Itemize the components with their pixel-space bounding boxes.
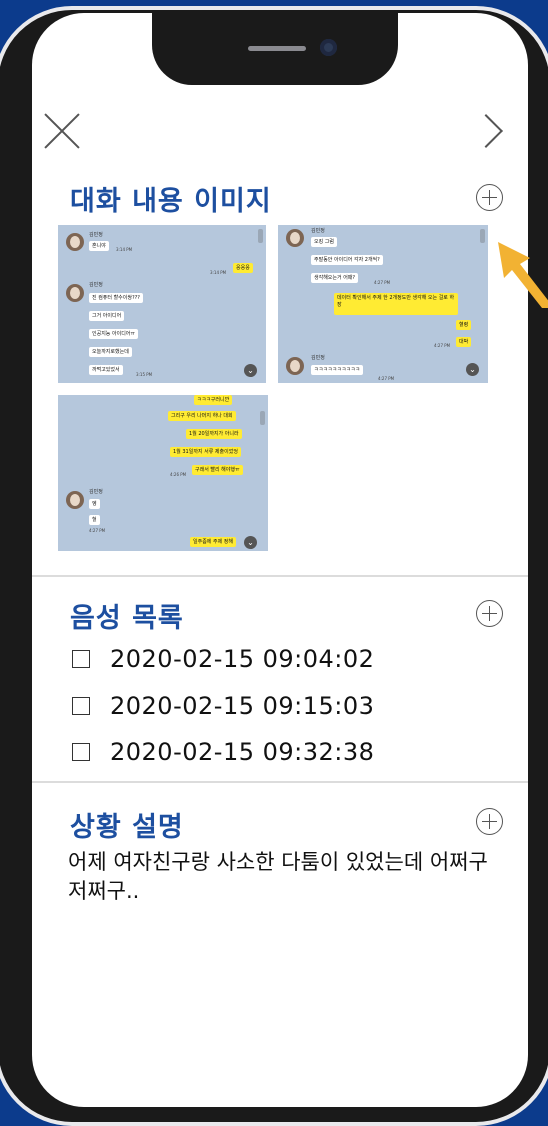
chat-bubble: 주말동안 아이디어 각자 2개씩? [311,255,383,265]
avatar [66,284,84,302]
images-section-title: 대화 내용 이미지 [70,186,272,217]
voice-timestamp: 2020-02-15 09:15:03 [110,692,375,720]
chat-bubble: 혼니야 [89,241,109,251]
contact-name: 김민정 [89,282,103,288]
speaker [248,46,306,51]
situation-description: 어제 여자친구랑 사소한 다툼이 있었는데 어쩌구 저쩌구.. [68,850,488,903]
avatar [286,229,304,247]
chat-bubble: 구래서 빨리 해야행ㅠ [192,465,243,475]
avatar [66,233,84,251]
chat-bubble: 1월 20일까지가 아니라 [186,429,242,439]
download-icon[interactable]: ⌄ [244,364,257,377]
chat-image-thumbnail-3[interactable]: ㅋㅋㅋ구러니깐 그리구 우리 나머지 하나 대회 1월 20일까지가 아니라 1… [58,395,268,551]
chat-image-thumbnail-2[interactable]: 김민정 오킹 그럼 주말동안 아이디어 각자 2개씩? 생각해오는거 어때? 4… [278,225,488,383]
scrollbar [258,229,263,243]
add-image-plus-icon[interactable] [476,184,503,211]
chat-bubble: 인공지능 아이디어ㅠ [89,329,138,339]
contact-name: 김민정 [311,355,325,361]
chat-image-thumbnail-1[interactable]: 김민정 혼니야 3:14 PM 응응응 3:14 PM 김민정 진 컴퓨터 할수… [58,225,266,383]
chevron-right-icon[interactable] [469,113,504,149]
download-icon[interactable]: ⌄ [466,363,479,376]
camera-icon [320,39,337,56]
timestamp: 3:14 PM [210,270,227,275]
voice-timestamp: 2020-02-15 09:32:38 [110,738,375,766]
timestamp: 3:15 PM [136,372,153,377]
chat-bubble: 혈령 [456,320,472,330]
chat-bubble: 까먹고있었서 [89,365,123,375]
scrollbar [480,229,485,243]
chat-bubble: 그리구 우리 나머지 하나 대회 [168,411,236,421]
chat-bubble: 진 컴퓨터 할수이쌍??? [89,293,143,303]
situation-section-title: 상황 설명 [70,812,184,843]
contact-name: 김민정 [89,489,103,495]
notch [152,13,398,85]
chat-bubble: ㅋㅋㅋ구러니깐 [194,395,233,405]
chat-bubble: 엥 [89,499,100,509]
checkbox[interactable] [72,650,90,668]
add-voice-plus-icon[interactable] [476,600,503,627]
chat-bubble: 1월 31일까지 서류 제출이었엉 [170,447,241,457]
chat-bubble: 생각해오는거 어때? [311,273,359,283]
chat-bubble: 헐 [89,515,100,525]
avatar [66,491,84,509]
timestamp: 3:14 PM [116,247,133,252]
checkbox[interactable] [72,697,90,715]
voice-section-title: 음성 목록 [70,603,184,634]
chat-bubble: 그거 아이디어 [89,311,125,321]
chat-bubble: 일주좀에 주제 정해 [190,537,236,547]
timestamp: 4:27 PM [374,280,391,285]
close-icon[interactable] [42,111,82,151]
add-situation-plus-icon[interactable] [476,808,503,835]
chat-bubble: 데이터 확인해서 주제 한 2개정도만 생각해 오는 걸로 하장 [334,293,458,315]
contact-name: 김민정 [311,228,325,234]
app-screen: 대화 내용 이미지 김민정 혼니야 3:14 PM 응응응 3:14 PM 김민… [32,13,528,1107]
chat-bubble: ㅋㅋㅋㅋㅋㅋㅋㅋㅋㅋ [311,365,364,375]
chat-bubble: 오늘까지로했는데 [89,347,132,357]
avatar [286,357,304,375]
download-icon[interactable]: ⌄ [244,536,257,549]
divider [32,781,528,783]
arrow-pointer-icon [498,242,548,308]
timestamp: 4:27 PM [434,343,451,348]
voice-timestamp: 2020-02-15 09:04:02 [110,645,375,673]
chat-bubble: 대박 [456,337,472,347]
chat-bubble: 응응응 [233,263,253,273]
timestamp: 4:27 PM [89,528,106,533]
checkbox[interactable] [72,743,90,761]
scrollbar [260,411,265,425]
divider [32,575,528,577]
contact-name: 김민정 [89,232,103,238]
chat-bubble: 오킹 그럼 [311,237,337,247]
timestamp: 4:27 PM [378,376,395,381]
timestamp: 4:26 PM [170,472,187,477]
